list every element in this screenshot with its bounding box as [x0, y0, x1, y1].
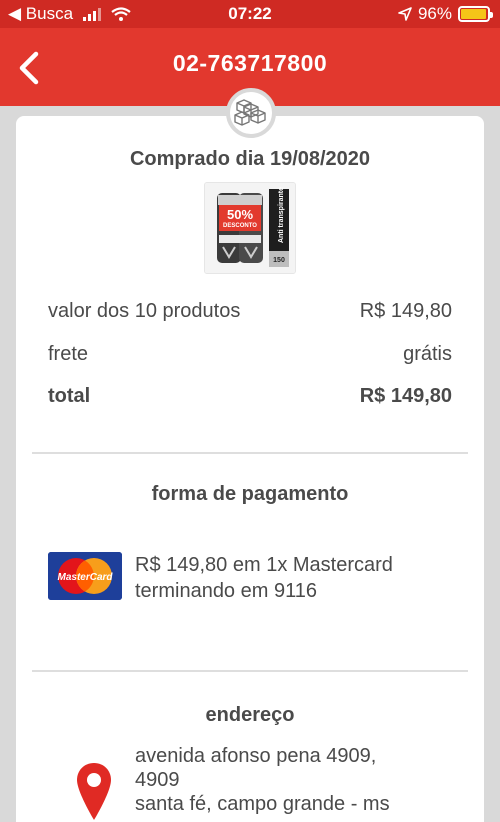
address-line: santa fé, campo grande - ms [135, 793, 390, 815]
location-pin-icon [77, 763, 111, 820]
product-thumbnail[interactable]: 50% DESCONTO Anti transpirante 150 [204, 182, 296, 274]
address-section-title: endereço [205, 704, 295, 726]
divider [32, 670, 468, 672]
product-image: 50% DESCONTO Anti transpirante 150 [205, 183, 295, 273]
delivery-address: avenida afonso pena 4909, 4909 santa fé,… [135, 744, 475, 816]
product-size-label: 150 [273, 257, 285, 264]
boxes-icon [234, 99, 266, 126]
summary-label: total [48, 385, 91, 407]
battery-icon [458, 6, 493, 22]
summary-value: grátis [403, 343, 452, 365]
status-bar: ◀ Busca 07:22 96% [0, 0, 500, 28]
card-brand-label: MasterCard [57, 572, 113, 583]
summary-row-shipping: frete grátis [48, 343, 452, 366]
address-line: 4909 [135, 769, 180, 791]
summary-row-subtotal: valor dos 10 produtos R$ 149,80 [48, 300, 452, 323]
product-badge-percent: 50% [227, 207, 253, 222]
product-side-label: Anti transpirante [278, 187, 285, 243]
summary-label: frete [48, 343, 89, 365]
summary-value: R$ 149,80 [359, 300, 452, 322]
battery-fill [461, 9, 486, 19]
payment-section-title: forma de pagamento [151, 483, 349, 505]
summary-value: R$ 149,80 [359, 385, 452, 407]
status-right: 96% [398, 4, 493, 24]
product-badge-label: DESCONTO [223, 223, 257, 229]
location-arrow-icon [398, 7, 412, 21]
address-line: avenida afonso pena 4909, [135, 745, 377, 767]
battery-percent: 96% [417, 4, 452, 23]
payment-description: R$ 149,80 em 1x Mastercard terminando em… [135, 554, 393, 602]
boxes-badge [226, 88, 276, 138]
divider [32, 452, 468, 454]
summary-label: valor dos 10 produtos [48, 300, 241, 322]
page-title: 02-763717800 [172, 50, 328, 76]
mastercard-icon: MasterCard [48, 552, 122, 600]
purchase-date: Comprado dia 19/08/2020 [129, 148, 371, 170]
summary-row-total: total R$ 149,80 [48, 385, 452, 408]
